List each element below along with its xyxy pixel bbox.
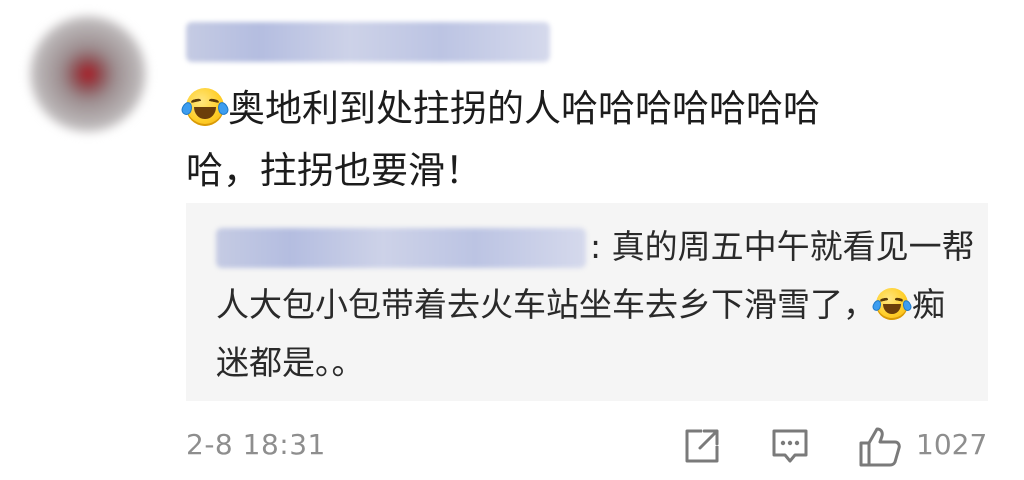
avatar[interactable] bbox=[30, 16, 146, 132]
timestamp: 2-8 18:31 bbox=[186, 428, 326, 461]
share-button[interactable] bbox=[682, 426, 722, 466]
reply-separator: : bbox=[590, 227, 612, 266]
thumbs-up-icon bbox=[859, 427, 901, 467]
author-name-blurred[interactable] bbox=[186, 22, 550, 62]
comment-text-line1: 奥地利到处拄拐的人哈哈哈哈哈哈哈 bbox=[228, 87, 820, 130]
reply-button[interactable] bbox=[770, 426, 810, 466]
comment-card: 奥地利到处拄拐的人哈哈哈哈哈哈哈 哈，拄拐也要滑！ : 真的周五中午就看见一帮人… bbox=[0, 0, 1024, 480]
laughing-with-tears-emoji-icon bbox=[180, 88, 230, 126]
author-name bbox=[186, 22, 550, 62]
laughing-with-tears-emoji-icon bbox=[871, 288, 913, 320]
comment-text: 奥地利到处拄拐的人哈哈哈哈哈哈哈 哈，拄拐也要滑！ bbox=[180, 78, 986, 202]
comment-icon bbox=[772, 429, 808, 463]
like-button[interactable]: 1027 bbox=[858, 426, 988, 467]
like-count: 1027 bbox=[916, 428, 988, 461]
comment-text-line2: 哈，拄拐也要滑！ bbox=[186, 149, 482, 192]
reply-text: : 真的周五中午就看见一帮人大包小包带着去火车站坐车去乡下滑雪了， 痴迷都是。。 bbox=[216, 218, 976, 392]
share-icon bbox=[685, 429, 719, 463]
reply-name-spacer bbox=[216, 228, 590, 258]
